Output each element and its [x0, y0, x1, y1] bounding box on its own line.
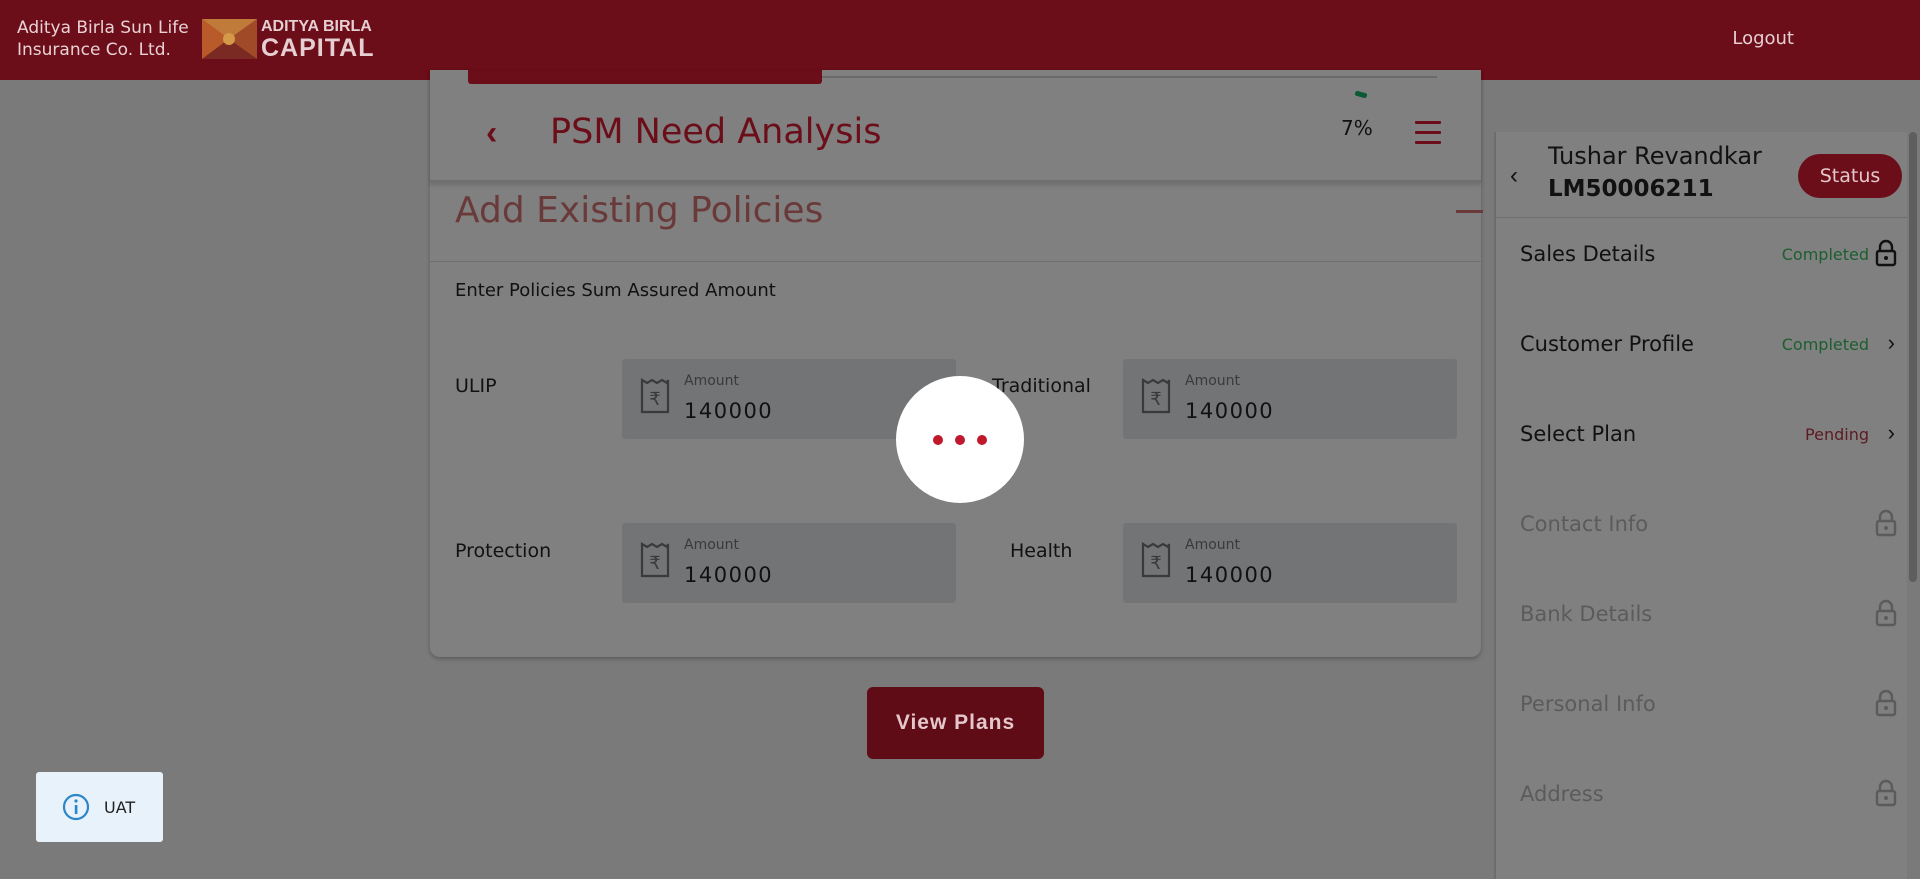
svg-text:₹: ₹: [649, 389, 660, 410]
ulip-label: ULIP: [455, 375, 497, 397]
back-arrow-icon[interactable]: ‹: [486, 116, 497, 150]
lock-icon: [1875, 689, 1897, 717]
sidebar-item-address[interactable]: Address: [1496, 779, 1907, 872]
loading-dot: [955, 434, 965, 445]
svg-text:₹: ₹: [649, 553, 660, 574]
journey-sidebar: ‹ Tushar Revandkar LM50006211 Status Sal…: [1494, 132, 1907, 879]
sidebar-item-label: Customer Profile: [1520, 332, 1694, 356]
scrollbar-thumb[interactable]: [1909, 132, 1917, 582]
lock-icon: [1875, 599, 1897, 627]
page-title: PSM Need Analysis: [550, 112, 882, 152]
loading-dot: [933, 434, 943, 445]
sidebar-item-status: Completed: [1781, 245, 1869, 264]
logo-wordmark: ADITYA BIRLA CAPITAL: [261, 18, 375, 62]
collapse-minus-icon[interactable]: [1456, 210, 1483, 213]
company-name-line1: Aditya Birla Sun Life: [17, 18, 189, 38]
need-analysis-card: ‹ PSM Need Analysis 7% Add Existing Poli…: [430, 70, 1483, 657]
sidebar-item-contact-info[interactable]: Contact Info: [1496, 509, 1907, 602]
sidebar-item-status: Completed: [1781, 335, 1869, 354]
sidebar-item-select-plan[interactable]: Select Plan Pending ›: [1496, 420, 1907, 512]
progress-ring-icon: [1354, 90, 1368, 99]
health-amount-value: 140000: [1185, 563, 1275, 587]
sunburst-logo-icon: [202, 19, 257, 59]
traditional-amount-value: 140000: [1185, 399, 1275, 423]
protection-label: Protection: [455, 540, 552, 562]
loading-dot: [977, 434, 987, 445]
sidebar-item-label: Address: [1520, 782, 1604, 806]
section-subtitle: Enter Policies Sum Assured Amount: [455, 280, 776, 301]
protection-amount-field[interactable]: ₹ Amount 140000: [622, 523, 956, 603]
progress-percent: 7%: [1341, 116, 1373, 140]
environment-badge: UAT: [36, 772, 163, 842]
sidebar-item-sales-details[interactable]: Sales Details Completed: [1496, 239, 1907, 332]
sidebar-scrollbar[interactable]: [1907, 132, 1920, 879]
sidebar-item-label: Contact Info: [1520, 512, 1649, 536]
loading-spinner: [896, 376, 1024, 503]
logo-line2: CAPITAL: [261, 34, 375, 62]
protection-amount-label: Amount: [684, 537, 740, 553]
protection-amount-value: 140000: [684, 563, 774, 587]
card-header: ‹ PSM Need Analysis 7%: [430, 70, 1481, 182]
lock-icon: [1875, 509, 1897, 537]
svg-text:₹: ₹: [1150, 389, 1161, 410]
traditional-amount-label: Amount: [1185, 373, 1241, 389]
logout-link[interactable]: Logout: [1732, 28, 1794, 49]
view-plans-button[interactable]: View Plans: [867, 687, 1044, 759]
sidebar-item-status: Pending: [1805, 425, 1869, 444]
info-icon: [62, 793, 90, 821]
health-amount-field[interactable]: ₹ Amount 140000: [1123, 523, 1457, 603]
ulip-amount-label: Amount: [684, 373, 740, 389]
progress-strip-track: [822, 76, 1437, 78]
section-divider: [430, 261, 1481, 262]
lead-id: LM50006211: [1548, 176, 1714, 202]
sidebar-item-customer-profile[interactable]: Customer Profile Completed ›: [1496, 330, 1907, 422]
rupee-receipt-icon: ₹: [640, 378, 670, 414]
ulip-amount-value: 140000: [684, 399, 774, 423]
section-title: Add Existing Policies: [455, 190, 824, 231]
aditya-birla-capital-logo: ADITYA BIRLA CAPITAL: [202, 18, 375, 62]
rupee-receipt-icon: ₹: [640, 542, 670, 578]
sidebar-item-label: Sales Details: [1520, 242, 1656, 266]
rupee-receipt-icon: ₹: [1141, 542, 1171, 578]
lock-icon: [1875, 779, 1897, 807]
health-label: Health: [1010, 540, 1073, 562]
sidebar-item-label: Select Plan: [1520, 422, 1637, 446]
customer-name: Tushar Revandkar: [1548, 142, 1762, 170]
svg-text:₹: ₹: [1150, 553, 1161, 574]
company-name-line2: Insurance Co. Ltd.: [17, 40, 171, 60]
environment-label: UAT: [104, 797, 136, 817]
traditional-label: Traditional: [992, 375, 1091, 397]
chevron-right-icon: ›: [1887, 330, 1895, 355]
company-name: Aditya Birla Sun Life Insurance Co. Ltd.: [17, 17, 189, 61]
health-amount-label: Amount: [1185, 537, 1241, 553]
sidebar-item-bank-details[interactable]: Bank Details: [1496, 599, 1907, 692]
sidebar-back-icon[interactable]: ‹: [1510, 162, 1518, 190]
lock-icon: [1875, 239, 1897, 267]
chevron-right-icon: ›: [1887, 420, 1895, 445]
sidebar-item-label: Bank Details: [1520, 602, 1653, 626]
customer-header: ‹ Tushar Revandkar LM50006211 Status: [1496, 132, 1907, 218]
sidebar-item-personal-info[interactable]: Personal Info: [1496, 689, 1907, 782]
status-button[interactable]: Status: [1798, 154, 1902, 198]
rupee-receipt-icon: ₹: [1141, 378, 1171, 414]
traditional-amount-field[interactable]: ₹ Amount 140000: [1123, 359, 1457, 439]
sidebar-item-label: Personal Info: [1520, 692, 1656, 716]
hamburger-menu-icon[interactable]: [1415, 121, 1441, 144]
top-bar: Aditya Birla Sun Life Insurance Co. Ltd.…: [0, 0, 1920, 80]
progress-strip-active: [468, 70, 822, 84]
